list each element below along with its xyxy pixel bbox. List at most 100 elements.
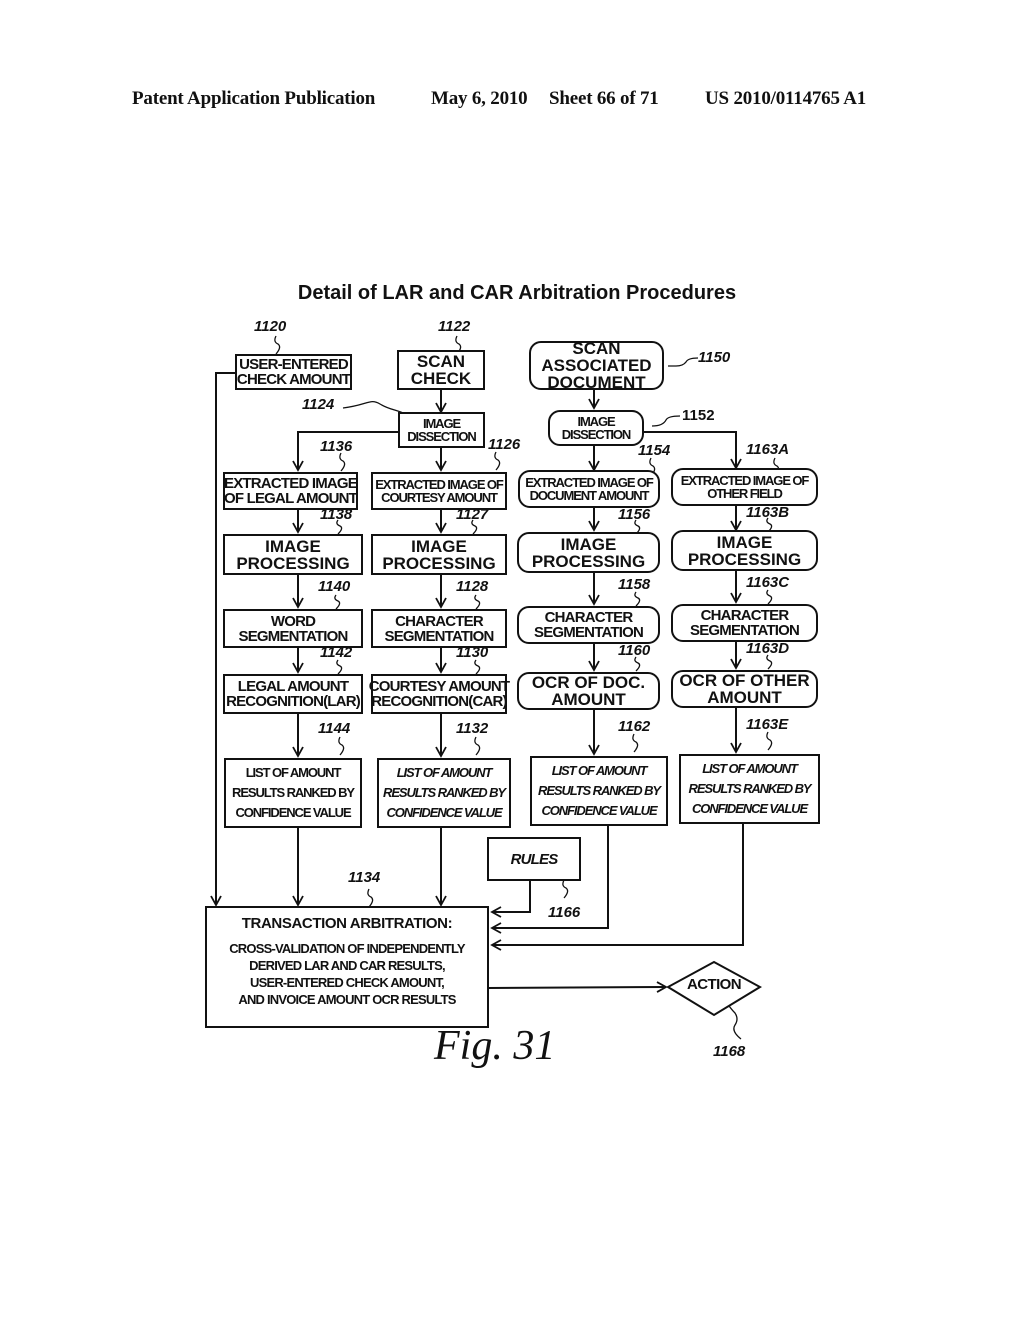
- node-line: OCR OF DOC.: [531, 673, 646, 692]
- node-line: LIST OF AMOUNT: [396, 764, 493, 780]
- node-line: USER-ENTERED: [239, 356, 349, 373]
- ref-1160: 1160: [618, 642, 651, 659]
- ref-1162: 1162: [618, 718, 651, 735]
- ref-1166: 1166: [548, 904, 581, 921]
- image-dissection-check-box: IMAGE DISSECTION: [398, 412, 485, 448]
- ref-1134: 1134: [348, 869, 381, 886]
- scan-check-box: SCAN CHECK: [397, 350, 485, 390]
- ref-1168: 1168: [713, 1043, 746, 1060]
- node-line: OF LEGAL AMOUNT: [224, 490, 358, 507]
- extracted-legal-amount-box: EXTRACTED IMAGE OF LEGAL AMOUNT: [223, 472, 358, 510]
- node-line: RULES: [510, 850, 559, 868]
- node-line: DISSECTION: [561, 427, 632, 442]
- node-line: RESULTS RANKED BY: [538, 782, 661, 798]
- figure-label: Fig. 31: [434, 1023, 556, 1069]
- node-line: COURTESY AMOUNT: [368, 678, 510, 695]
- image-dissection-document-box: IMAGE DISSECTION: [548, 410, 644, 446]
- arbitration-line: AND INVOICE AMOUNT OCR RESULTS: [238, 991, 456, 1007]
- arbitration-title: TRANSACTION ARBITRATION:: [241, 915, 453, 932]
- image-processing-legal-box: IMAGE PROCESSING: [223, 534, 363, 575]
- transaction-arbitration-box: TRANSACTION ARBITRATION: CROSS-VALIDATIO…: [205, 906, 489, 1028]
- node-line: LIST OF AMOUNT: [702, 760, 798, 776]
- node-line: ASSOCIATED: [541, 356, 652, 375]
- node-line: EXTRACTED IMAGE: [224, 475, 358, 492]
- ocr-other-amount-box: OCR OF OTHER AMOUNT: [671, 670, 818, 708]
- node-line: DISSECTION: [407, 429, 477, 444]
- node-line: CONFIDENCE VALUE: [235, 805, 351, 821]
- node-line: IMAGE: [716, 532, 773, 552]
- node-line: CHARACTER: [395, 612, 484, 630]
- connector-arbitration-to-action: [487, 981, 668, 993]
- character-segmentation-courtesy-box: CHARACTER SEGMENTATION: [371, 609, 507, 648]
- ref-1163D: 1163D: [746, 640, 790, 657]
- node-line: LIST OF AMOUNT: [245, 764, 342, 780]
- node-line: LEGAL AMOUNT: [237, 678, 349, 695]
- legal-amount-recognition-box: LEGAL AMOUNT RECOGNITION(LAR): [223, 674, 363, 714]
- node-line: IMAGE: [411, 536, 467, 556]
- node-line: DOCUMENT AMOUNT: [529, 488, 650, 503]
- node-line: CONFIDENCE VALUE: [541, 803, 657, 819]
- node-line: CHARACTER: [700, 607, 790, 624]
- word-segmentation-box: WORD SEGMENTATION: [223, 609, 363, 648]
- list-results-courtesy-box: LIST OF AMOUNT RESULTS RANKED BY CONFIDE…: [377, 758, 511, 828]
- ref-1150: 1150: [698, 349, 731, 366]
- connector-layer: [210, 335, 780, 1040]
- ref-1124: 1124: [302, 396, 335, 413]
- list-results-other-box: LIST OF AMOUNT RESULTS RANKED BY CONFIDE…: [679, 754, 820, 824]
- ref-1154: 1154: [638, 442, 671, 459]
- node-line: SCAN: [572, 339, 621, 358]
- ref-1132: 1132: [456, 720, 489, 737]
- node-line: DOCUMENT: [547, 373, 646, 392]
- ref-1126: 1126: [488, 436, 521, 453]
- node-line: RECOGNITION(CAR): [371, 693, 507, 710]
- node-line: CHECK AMOUNT: [236, 371, 351, 388]
- ocr-document-amount-box: OCR OF DOC. AMOUNT: [517, 672, 660, 710]
- node-line: SEGMENTATION: [689, 622, 800, 639]
- node-line: PROCESSING: [236, 553, 350, 573]
- node-line: RESULTS RANKED BY: [688, 780, 812, 796]
- node-line: RESULTS RANKED BY: [383, 784, 506, 800]
- node-line: OTHER FIELD: [707, 486, 783, 501]
- arbitration-line: USER-ENTERED CHECK AMOUNT,: [250, 974, 445, 990]
- ref-1140: 1140: [318, 578, 351, 595]
- node-line: AMOUNT: [707, 688, 782, 707]
- node-line: CONFIDENCE VALUE: [691, 801, 808, 817]
- ref-1156: 1156: [618, 506, 651, 523]
- node-line: COURTESY AMOUNT: [381, 490, 498, 505]
- ref-1163C: 1163C: [746, 574, 790, 591]
- ref-1163B: 1163B: [746, 504, 790, 521]
- node-line: CONFIDENCE VALUE: [386, 805, 502, 821]
- node-line: IMAGE: [560, 534, 617, 554]
- image-processing-document-box: IMAGE PROCESSING: [517, 532, 660, 573]
- scan-associated-document-box: SCAN ASSOCIATED DOCUMENT: [529, 339, 664, 392]
- ref-1128: 1128: [456, 578, 489, 595]
- node-line: OCR OF OTHER: [679, 671, 810, 690]
- node-line: RECOGNITION(LAR): [226, 693, 361, 710]
- ref-1163A: 1163A: [746, 441, 790, 458]
- connector-rules-to-arbitration: [490, 880, 531, 918]
- node-line: PROCESSING: [687, 549, 802, 569]
- list-results-document-box: LIST OF AMOUNT RESULTS RANKED BY CONFIDE…: [530, 756, 668, 826]
- node-line: SEGMENTATION: [533, 624, 644, 641]
- arbitration-line: CROSS-VALIDATION OF INDEPENDENTLY: [229, 941, 465, 956]
- action-label: ACTION: [687, 976, 742, 993]
- node-line: SCAN: [416, 352, 466, 371]
- courtesy-amount-recognition-box: COURTESY AMOUNT RECOGNITION(CAR): [368, 674, 510, 714]
- arbitration-line: DERIVED LAR AND CAR RESULTS,: [249, 957, 446, 973]
- image-processing-other-box: IMAGE PROCESSING: [671, 530, 818, 571]
- node-line: CHECK: [410, 369, 472, 388]
- ref-1122: 1122: [438, 318, 471, 335]
- character-segmentation-document-box: CHARACTER SEGMENTATION: [517, 606, 660, 644]
- image-processing-courtesy-box: IMAGE PROCESSING: [371, 534, 507, 575]
- ref-1144: 1144: [318, 720, 351, 737]
- ref-1120: 1120: [254, 318, 287, 335]
- ref-1158: 1158: [618, 576, 651, 593]
- node-line: SEGMENTATION: [238, 627, 348, 645]
- node-line: RESULTS RANKED BY: [232, 784, 355, 800]
- node-line: IMAGE: [265, 536, 321, 556]
- extracted-courtesy-amount-box: EXTRACTED IMAGE OF COURTESY AMOUNT: [371, 472, 507, 510]
- list-results-legal-box: LIST OF AMOUNT RESULTS RANKED BY CONFIDE…: [224, 758, 362, 828]
- node-line: AMOUNT: [551, 690, 626, 709]
- node-line: SEGMENTATION: [384, 627, 494, 645]
- user-entered-check-amount-box: USER-ENTERED CHECK AMOUNT: [235, 354, 352, 390]
